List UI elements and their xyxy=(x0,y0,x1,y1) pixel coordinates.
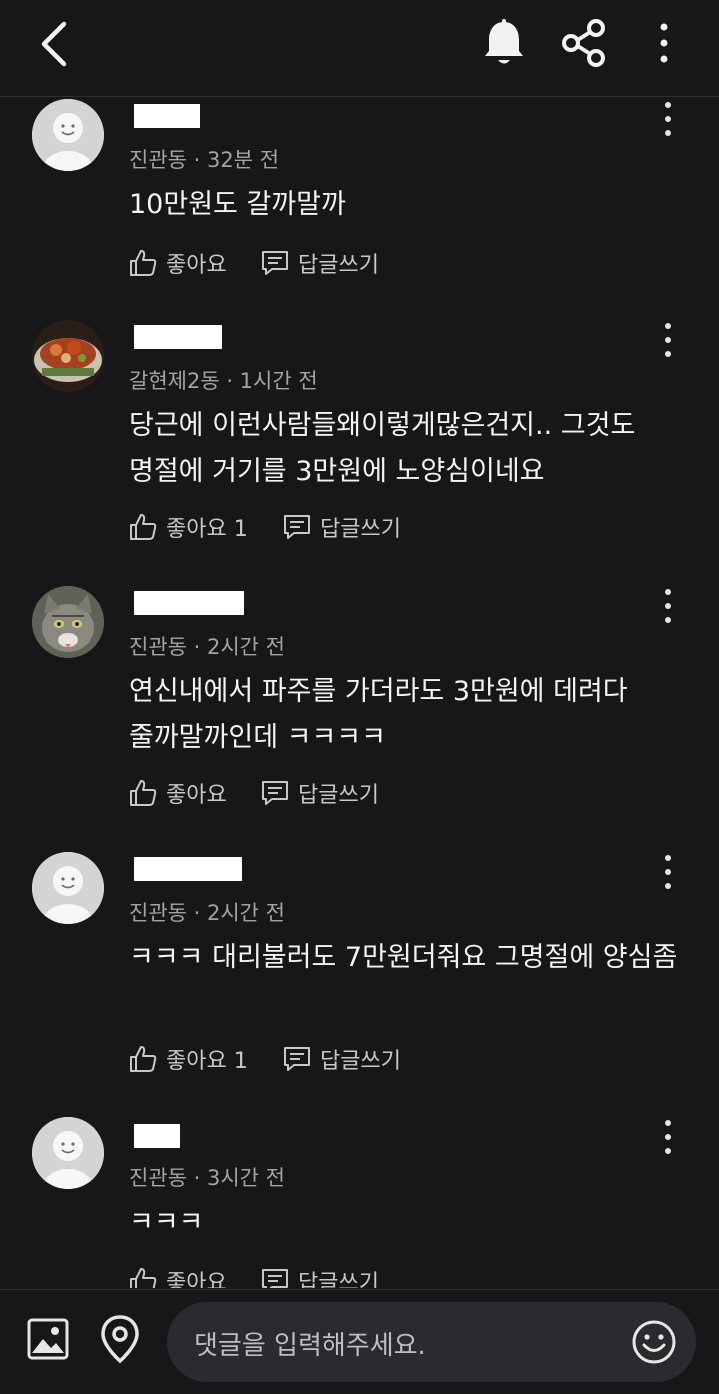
like-button[interactable]: 좋아요 xyxy=(128,775,227,811)
default-profile-icon xyxy=(32,99,104,171)
like-button[interactable]: 좋아요 xyxy=(128,1263,227,1288)
comment-text: 연신내에서 파주를 가더라도 3만원에 데려다 줄까말까인데 ㅋㅋㅋㅋ xyxy=(129,676,637,753)
avatar[interactable] xyxy=(32,586,104,658)
default-profile-icon xyxy=(32,852,104,924)
thumbs-up-icon xyxy=(130,250,157,276)
image-icon[interactable] xyxy=(26,1317,70,1361)
reply-button[interactable]: 답글쓰기 xyxy=(282,509,401,545)
avatar[interactable] xyxy=(32,99,104,171)
like-label: 좋아요 xyxy=(166,783,227,808)
like-label: 좋아요 1 xyxy=(166,1049,248,1074)
thumbs-up-icon xyxy=(130,514,157,540)
avatar[interactable] xyxy=(32,320,104,392)
top-bar xyxy=(0,0,719,97)
comment-input-placeholder: 댓글을 입력해주세요. xyxy=(194,1331,426,1361)
chevron-left-icon[interactable] xyxy=(30,18,78,70)
avatar[interactable] xyxy=(32,1117,104,1189)
location-pin-icon[interactable] xyxy=(99,1314,141,1364)
comment-text: 10만원도 갈까말까 xyxy=(129,189,346,220)
comment-icon xyxy=(262,251,288,275)
comment-text: ㅋㅋㅋ xyxy=(129,1207,204,1238)
reply-button[interactable]: 답글쓰기 xyxy=(260,775,379,811)
bell-icon[interactable] xyxy=(482,18,526,68)
nickname-redacted[interactable] xyxy=(134,104,200,128)
thumbs-up-icon xyxy=(130,780,157,806)
thumbs-up-icon xyxy=(130,1268,157,1288)
reply-label: 답글쓰기 xyxy=(320,517,401,542)
comment-meta: 갈현제2동 · 1시간 전 xyxy=(129,369,318,393)
like-button[interactable]: 좋아요 1 xyxy=(128,1041,248,1077)
like-button[interactable]: 좋아요 xyxy=(128,245,227,281)
reply-button[interactable]: 답글쓰기 xyxy=(260,1263,379,1288)
reply-button[interactable]: 답글쓰기 xyxy=(282,1041,401,1077)
comment-list[interactable]: 진관동 · 32분 전 10만원도 갈까말까 좋아요 답글쓰기 갈현제2동 · … xyxy=(0,97,719,1288)
comment-composer: 댓글을 입력해주세요. xyxy=(0,1289,719,1394)
comment-more-icon[interactable] xyxy=(655,320,681,360)
comment-icon xyxy=(262,1269,288,1288)
comment-input[interactable]: 댓글을 입력해주세요. xyxy=(167,1302,696,1382)
reply-label: 답글쓰기 xyxy=(320,1049,401,1074)
nickname-redacted[interactable] xyxy=(134,591,244,615)
like-button[interactable]: 좋아요 1 xyxy=(128,509,248,545)
nickname-redacted[interactable] xyxy=(134,1124,180,1148)
like-label: 좋아요 xyxy=(166,253,227,278)
nickname-redacted[interactable] xyxy=(134,857,242,881)
comment-icon xyxy=(284,515,310,539)
reply-button[interactable]: 답글쓰기 xyxy=(260,245,379,281)
comment-meta: 진관동 · 32분 전 xyxy=(129,148,280,172)
comment-icon xyxy=(262,781,288,805)
reply-label: 답글쓰기 xyxy=(298,783,379,808)
nickname-redacted[interactable] xyxy=(134,325,222,349)
vertical-ellipsis-icon[interactable] xyxy=(646,20,682,66)
comment-more-icon[interactable] xyxy=(655,1117,681,1157)
share-icon[interactable] xyxy=(560,18,608,68)
avatar[interactable] xyxy=(32,852,104,924)
food-photo-icon xyxy=(32,320,104,392)
cat-photo-icon xyxy=(32,586,104,658)
comment-text: 당근에 이런사람들왜이렇게많은건지.. 그것도 명절에 거기를 3만원에 노양심… xyxy=(129,410,644,487)
default-profile-icon xyxy=(32,1117,104,1189)
reply-label: 답글쓰기 xyxy=(298,1271,379,1288)
comment-meta: 진관동 · 3시간 전 xyxy=(129,1166,285,1190)
comment-icon xyxy=(284,1047,310,1071)
comment-more-icon[interactable] xyxy=(655,586,681,626)
like-label: 좋아요 xyxy=(166,1271,227,1288)
comment-more-icon[interactable] xyxy=(655,99,681,139)
like-label: 좋아요 1 xyxy=(166,517,248,542)
thumbs-up-icon xyxy=(130,1046,157,1072)
comment-meta: 진관동 · 2시간 전 xyxy=(129,635,285,659)
comment-meta: 진관동 · 2시간 전 xyxy=(129,901,285,925)
reply-label: 답글쓰기 xyxy=(298,253,379,278)
smiley-icon[interactable] xyxy=(630,1318,678,1366)
comment-text: ㅋㅋㅋ 대리불러도 7만원더줘요 그명절에 양심좀 xyxy=(129,942,678,973)
comment-more-icon[interactable] xyxy=(655,852,681,892)
